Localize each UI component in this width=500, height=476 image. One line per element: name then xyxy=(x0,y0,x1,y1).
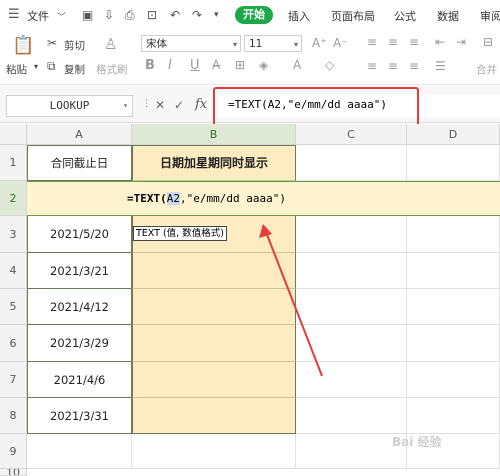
watermark-logo: Bai 经验 xyxy=(392,435,442,449)
annotation-arrow xyxy=(259,224,323,377)
